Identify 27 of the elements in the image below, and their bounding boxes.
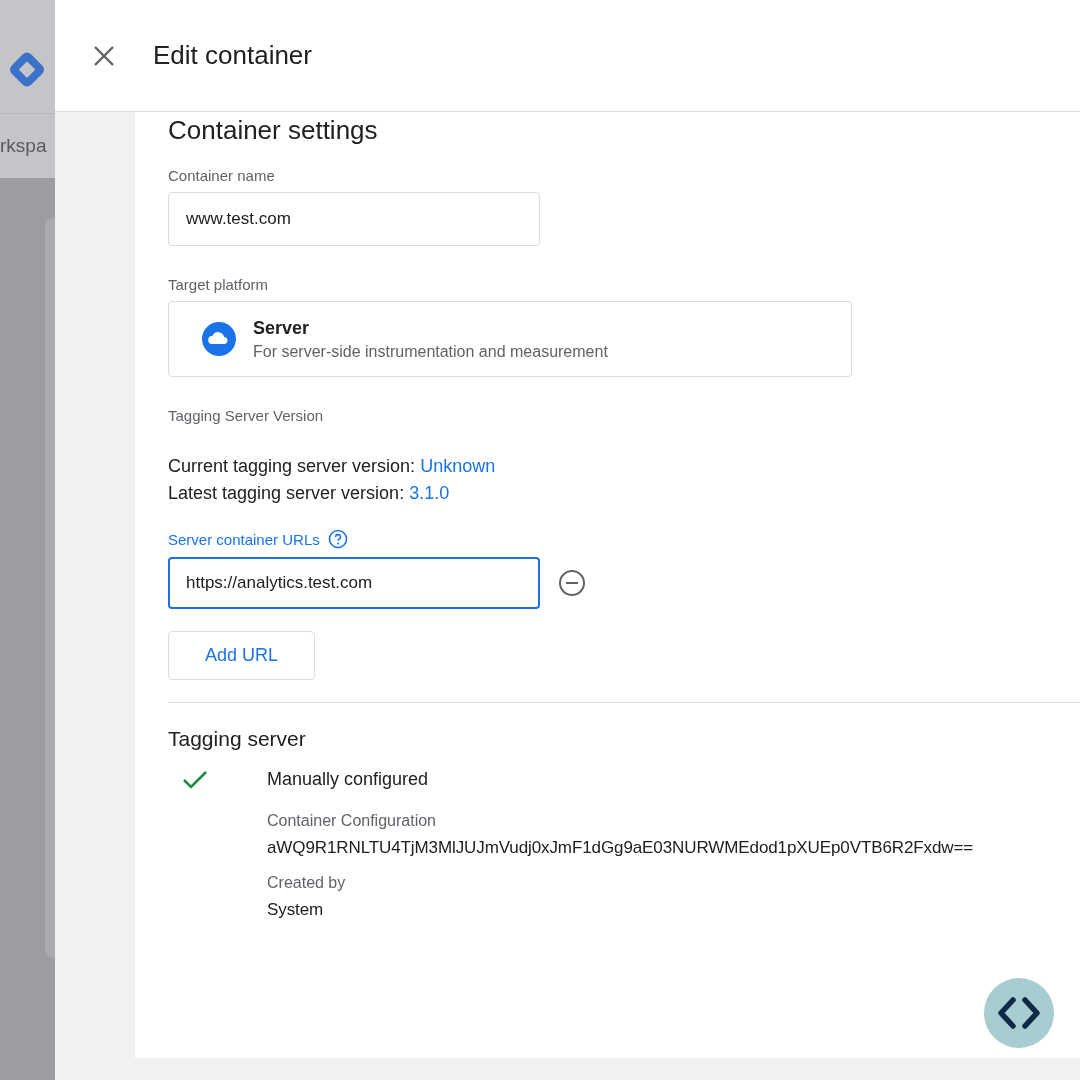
status-text: Manually configured bbox=[267, 769, 429, 790]
section-heading: Tagging server bbox=[168, 727, 307, 751]
panel-title: Edit container bbox=[153, 40, 312, 71]
field-label: Container name bbox=[168, 167, 275, 184]
container-name-field[interactable]: www.test.com bbox=[168, 192, 540, 246]
detail-label: Created by bbox=[267, 874, 347, 892]
version-line: Current tagging server version: Unknown bbox=[168, 455, 497, 478]
platform-card[interactable]: Server For server-side instrumentation and measurement bbox=[168, 301, 852, 377]
version-line: Latest tagging server version: 3.1.0 bbox=[168, 482, 451, 505]
workspace-tab[interactable]: rkspa bbox=[0, 135, 47, 158]
version-link[interactable]: Unknown bbox=[420, 456, 496, 476]
help-icon[interactable] bbox=[327, 529, 348, 549]
add-url-button[interactable]: Add URL bbox=[168, 631, 315, 680]
cloud-icon bbox=[202, 322, 236, 356]
code-icon bbox=[996, 996, 1042, 1030]
section-label: Tagging Server Version bbox=[168, 407, 324, 424]
url-field[interactable]: https://analytics.test.com bbox=[168, 557, 540, 609]
field-label: Target platform bbox=[168, 276, 269, 293]
platform-name: Server bbox=[253, 317, 311, 339]
detail-label: Container Configuration bbox=[267, 812, 437, 830]
platform-description: For server-side instrumentation and measurement bbox=[253, 342, 608, 361]
remove-icon[interactable] bbox=[557, 568, 587, 598]
detail-value: System bbox=[267, 900, 325, 920]
section-title: Container settings bbox=[168, 114, 379, 146]
version-link[interactable]: 3.1.0 bbox=[409, 483, 450, 503]
field-label: Server container URLs bbox=[168, 530, 320, 548]
detail-value: aWQ9R1RNLTU4TjM3MlJUJmVudj0xJmF1dGg9aE03NURWMEdod1pXUEp0VTB6R2Fxdw== bbox=[267, 838, 975, 858]
